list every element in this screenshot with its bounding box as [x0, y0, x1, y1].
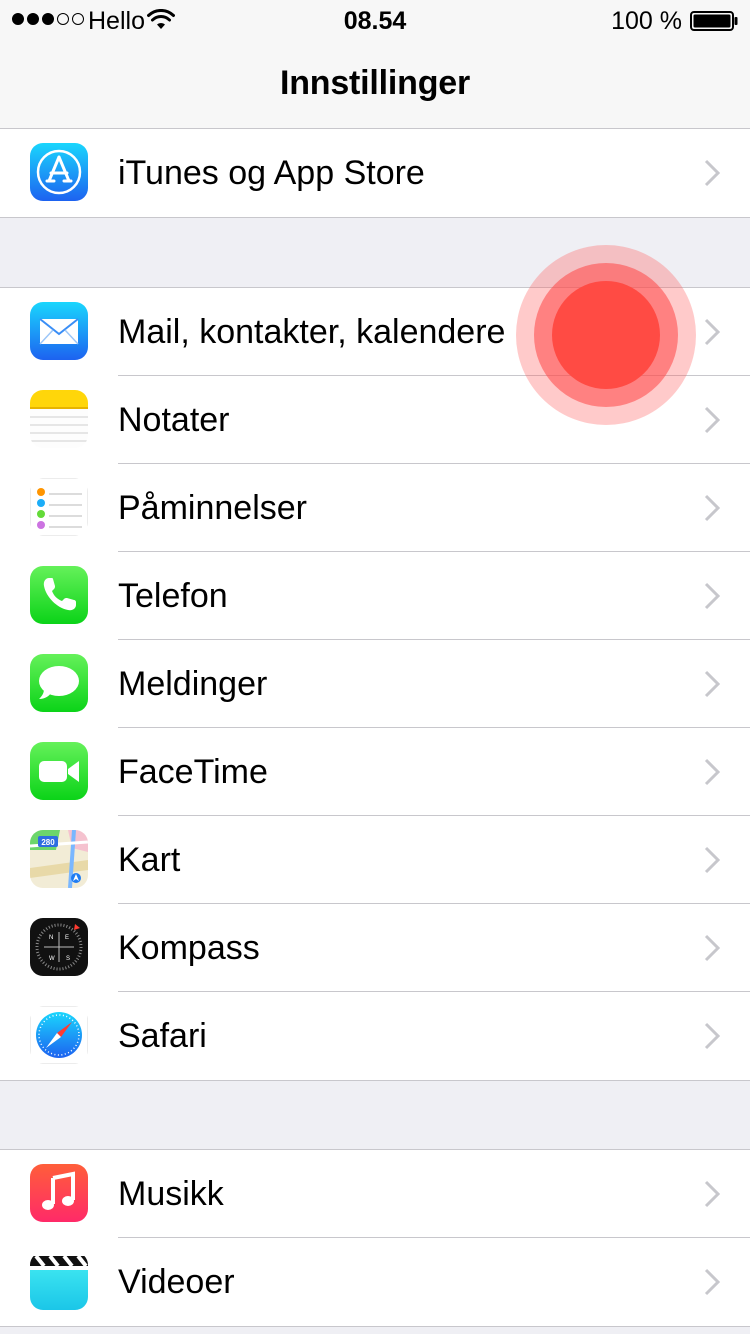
row-label: Mail, kontakter, kalendere	[118, 313, 506, 351]
row-label: Safari	[118, 1017, 207, 1055]
row-label: Kart	[118, 841, 181, 879]
maps-icon: 280	[30, 830, 88, 888]
app-store-icon	[30, 143, 88, 201]
safari-icon	[30, 1006, 88, 1064]
videos-icon	[30, 1252, 88, 1310]
chevron-right-icon	[704, 1180, 720, 1208]
settings-row-itunes-app-store[interactable]: iTunes og App Store	[0, 129, 750, 217]
svg-text:S: S	[66, 956, 70, 962]
music-icon	[30, 1164, 88, 1222]
messages-icon	[30, 654, 88, 712]
facetime-icon	[30, 742, 88, 800]
chevron-right-icon	[704, 934, 720, 962]
settings-group-store: iTunes og App Store	[0, 128, 750, 218]
chevron-right-icon	[704, 670, 720, 698]
chevron-right-icon	[704, 1268, 720, 1296]
row-label: Musikk	[118, 1175, 224, 1213]
status-bar: Hello 08.54 100 %	[0, 0, 750, 40]
svg-text:N: N	[49, 935, 53, 941]
settings-row-reminders[interactable]: Påminnelser	[0, 464, 750, 552]
chevron-right-icon	[704, 1022, 720, 1050]
svg-text:280: 280	[41, 838, 55, 847]
battery-icon	[690, 11, 738, 31]
mail-icon	[30, 302, 88, 360]
chevron-right-icon	[704, 494, 720, 522]
touch-indicator-core	[552, 281, 660, 389]
settings-row-phone[interactable]: Telefon	[0, 552, 750, 640]
settings-row-maps[interactable]: 280 Kart	[0, 816, 750, 904]
row-label: Påminnelser	[118, 489, 307, 527]
reminders-icon	[30, 478, 88, 536]
phone-icon	[30, 566, 88, 624]
settings-screen: Hello 08.54 100 % Innstillinger iTunes o…	[0, 0, 750, 1334]
top-bar: Hello 08.54 100 % Innstillinger	[0, 0, 750, 129]
chevron-right-icon	[704, 159, 720, 187]
notes-icon	[30, 390, 88, 448]
chevron-right-icon	[704, 318, 720, 346]
touch-indicator	[516, 245, 696, 425]
svg-text:W: W	[49, 956, 55, 962]
compass-icon: N E W S	[30, 918, 88, 976]
svg-text:E: E	[65, 935, 69, 941]
row-label: iTunes og App Store	[118, 154, 425, 192]
settings-group-media: Musikk Videoer	[0, 1149, 750, 1327]
chevron-right-icon	[704, 406, 720, 434]
chevron-right-icon	[704, 582, 720, 610]
settings-row-facetime[interactable]: FaceTime	[0, 728, 750, 816]
row-label: Telefon	[118, 577, 228, 615]
row-label: Kompass	[118, 929, 260, 967]
page-title: Innstillinger	[279, 64, 471, 102]
chevron-right-icon	[704, 846, 720, 874]
row-label: Videoer	[118, 1263, 235, 1301]
row-label: Meldinger	[118, 665, 268, 703]
settings-row-compass[interactable]: N E W S Kompass	[0, 904, 750, 992]
chevron-right-icon	[704, 758, 720, 786]
settings-row-music[interactable]: Musikk	[0, 1150, 750, 1238]
settings-row-safari[interactable]: Safari	[0, 992, 750, 1080]
battery-percentage: 100 %	[611, 7, 682, 35]
settings-row-messages[interactable]: Meldinger	[0, 640, 750, 728]
row-label: FaceTime	[118, 753, 268, 791]
row-label: Notater	[118, 401, 230, 439]
settings-row-videos[interactable]: Videoer	[0, 1238, 750, 1326]
